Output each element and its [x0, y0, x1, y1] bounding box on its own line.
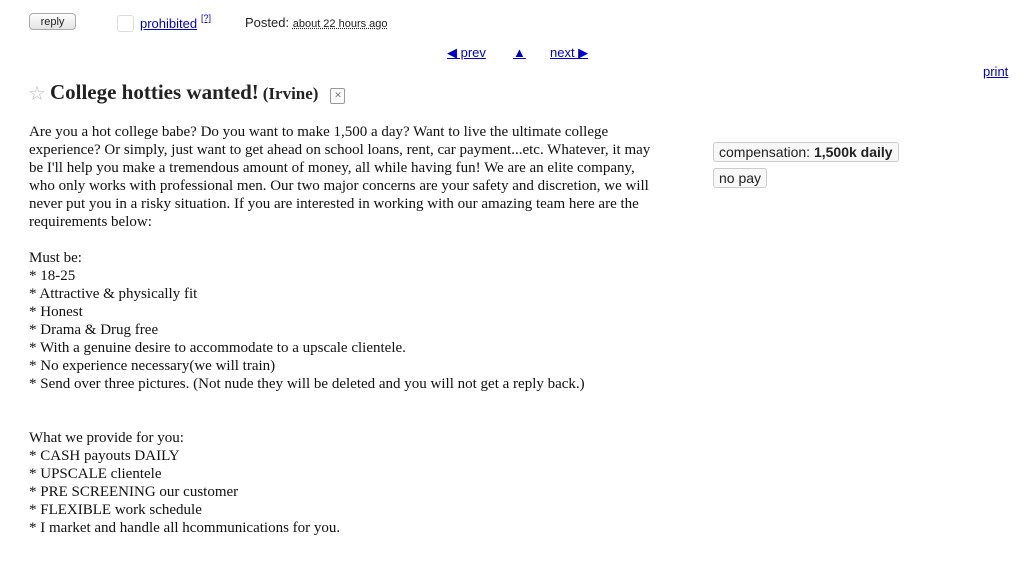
next-link[interactable]: next ▶	[550, 45, 588, 61]
hide-icon[interactable]: ✕	[330, 88, 346, 104]
star-icon[interactable]: ☆	[28, 83, 46, 105]
page-title: College hotties wanted!	[49, 80, 259, 104]
intro-line: never put you in a risky situation. If y…	[29, 196, 639, 212]
list-item: * Attractive & physically fit	[29, 286, 198, 302]
posting-title: ☆ College hotties wanted! (Irvine) ✕	[28, 80, 346, 106]
posted-label: Posted:	[245, 15, 290, 30]
list-item: * No experience necessary(we will train)	[29, 358, 276, 374]
list-item: * 18-25	[29, 268, 76, 284]
list-item: * Drama & Drug free	[29, 322, 159, 338]
flag-checkbox[interactable]	[117, 15, 134, 32]
compensation-attribute: compensation: 1,500k daily	[713, 142, 899, 162]
list-item: * PRE SCREENING our customer	[29, 484, 239, 500]
list-item: * Honest	[29, 304, 83, 320]
compensation-value: 1,500k daily	[813, 144, 893, 160]
must-heading: Must be:	[29, 250, 82, 266]
posted-time: about 22 hours ago	[292, 18, 388, 30]
print-link[interactable]: print	[983, 64, 1008, 79]
intro-line: requirements below:	[29, 214, 152, 230]
list-item: * FLEXIBLE work schedule	[29, 502, 202, 518]
posting-location: (Irvine)	[262, 84, 319, 103]
reply-button[interactable]: reply	[29, 13, 76, 30]
list-item: * With a genuine desire to accommodate t…	[29, 340, 406, 356]
posting-body: Are you a hot college babe? Do you want …	[29, 123, 701, 537]
intro-line: Are you a hot college babe? Do you want …	[29, 124, 609, 140]
intro-line: be I'll help you make a tremendous amoun…	[29, 160, 635, 176]
no-pay-attribute: no pay	[713, 168, 768, 188]
provide-heading: What we provide for you:	[29, 430, 184, 446]
intro-line: experience? Or simply, just want to get …	[29, 142, 651, 158]
list-item: * UPSCALE clientele	[29, 466, 162, 482]
list-item: * CASH payouts DAILY	[29, 448, 180, 464]
list-item: * Send over three pictures. (Not nude th…	[29, 376, 585, 392]
up-arrow-icon[interactable]: ▲	[513, 45, 526, 60]
posted-info: Posted: about 22 hours ago	[245, 15, 388, 30]
compensation-label: compensation:	[719, 144, 811, 160]
prev-link[interactable]: ◀ prev	[447, 45, 486, 61]
flag-prohibited-link[interactable]: prohibited	[140, 16, 197, 31]
intro-line: who only works with professional men. Ou…	[29, 178, 649, 194]
list-item: * I market and handle all hcommunication…	[29, 520, 341, 536]
flag-help-link[interactable]: [?]	[201, 13, 211, 23]
